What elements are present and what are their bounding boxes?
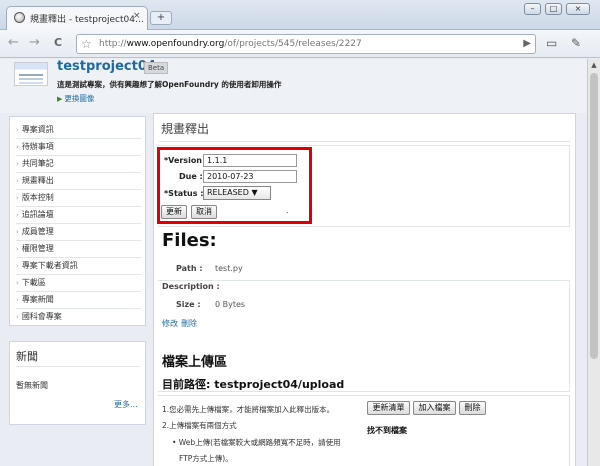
news-more-link[interactable]: 更多... (114, 399, 138, 410)
sidebar: › 專案資訊 › 待辦事項 › 共同筆記 › 規畫釋出 › 版本控制 › 追訊論壇 › 成員管… (9, 116, 146, 326)
sidebar-item-downloaders[interactable]: › 專案下載者資訊 (16, 258, 141, 275)
back-icon[interactable]: ← (8, 36, 19, 50)
upload-heading: 檔案上傳區 (162, 355, 228, 370)
status-label: *Status : (164, 189, 204, 198)
project-logo (14, 62, 48, 86)
new-tab-button[interactable]: + (150, 11, 172, 25)
news-title: 新聞 (16, 350, 38, 363)
project-header: testproject04 Beta 這是測試專案，供有興趣想了解OpenFou… (0, 59, 600, 113)
sidebar-item-project-info[interactable]: › 專案資訊 (16, 122, 141, 139)
vertical-scrollbar[interactable]: ▲ (587, 59, 600, 466)
path-label: Path : (176, 264, 203, 273)
web-upload-text: • Web上傳(若檔案較大或網路頻寬不足時，請使用 (172, 438, 341, 447)
size-label: Size : (176, 300, 201, 309)
reload-icon[interactable]: C (54, 36, 62, 50)
news-empty-text: 暫無新聞 (16, 381, 48, 390)
file-not-found-text: 找不到檔案 (367, 426, 407, 435)
page-title: 規畫釋出 (161, 122, 210, 136)
bookmark-star-icon[interactable]: ☆ (81, 37, 92, 51)
update-button[interactable]: 更新 (161, 205, 187, 219)
chevron-down-icon: ▼ (251, 188, 258, 197)
upload-step-2: 2.上傳檔案有兩個方式 (162, 421, 237, 430)
sidebar-item-notes[interactable]: › 共同筆記 (16, 156, 141, 173)
cancel-button[interactable]: 取消 (191, 205, 217, 219)
sidebar-item-news[interactable]: › 專案新聞 (16, 292, 141, 309)
edit-link[interactable]: 修改 (162, 318, 178, 329)
sidebar-item-nsc[interactable]: › 國科會專案 (16, 309, 141, 326)
scrollbar-thumb[interactable] (590, 73, 598, 359)
version-input[interactable] (203, 154, 297, 167)
beta-badge: Beta (144, 62, 169, 74)
change-image-link[interactable]: ▶ 更換圖像 (57, 93, 94, 104)
scroll-up-icon[interactable]: ▲ (588, 59, 600, 71)
description-label: Description : (162, 282, 220, 291)
dot-text: . (286, 206, 289, 215)
status-select[interactable]: RELEASED ▼ (203, 186, 271, 200)
go-icon[interactable]: ▶ (523, 38, 531, 49)
refresh-list-button[interactable]: 更新清單 (367, 401, 410, 415)
files-heading: Files: (162, 230, 217, 251)
address-bar[interactable]: ☆ http://www.openfoundry.org/of/projects… (76, 34, 536, 54)
web-upload-text-2: FTP方式上傳)。 (179, 454, 233, 463)
main-content: 規畫釋出 *Version : Due : *Status : RELEASED… (153, 113, 576, 466)
news-divider (16, 366, 140, 367)
browser-tab[interactable]: 規畫釋出 - testproject04… × (6, 6, 148, 30)
due-label: Due : (179, 172, 203, 181)
sidebar-item-releases[interactable]: › 規畫釋出 (16, 173, 141, 190)
sidebar-item-downloads[interactable]: › 下載區 (16, 275, 141, 292)
delete-link[interactable]: 刪除 (181, 318, 197, 329)
news-box: 新聞 暫無新聞 更多... (9, 341, 146, 425)
current-path-heading: 目前路徑: testproject04/upload (162, 378, 345, 391)
sidebar-item-members[interactable]: › 成員管理 (16, 224, 141, 241)
favicon-icon (14, 12, 25, 23)
sidebar-item-todo[interactable]: › 待辦事項 (16, 139, 141, 156)
add-file-button[interactable]: 加入檔案 (413, 401, 456, 415)
upload-step-1: 1.您必需先上傳檔案，才能將檔案加入此釋出版本。 (162, 405, 335, 414)
title-divider (159, 141, 570, 142)
minimize-button[interactable]: – (524, 3, 541, 15)
delete-file-button[interactable]: 刪除 (459, 401, 486, 415)
browser-toolbar: ← → C ☆ http://www.openfoundry.org/of/pr… (0, 30, 600, 58)
maximize-button[interactable]: □ (545, 3, 562, 15)
url-text: http://www.openfoundry.org/of/projects/5… (99, 39, 362, 49)
tab-close-icon[interactable]: × (133, 11, 141, 21)
sidebar-item-permissions[interactable]: › 權限管理 (16, 241, 141, 258)
size-value: 0 Bytes (215, 300, 246, 309)
due-date-input[interactable] (203, 170, 297, 183)
forward-icon[interactable]: → (29, 36, 40, 50)
project-name[interactable]: testproject04 (57, 59, 156, 74)
version-label: *Version : (164, 156, 208, 165)
sidebar-item-version-control[interactable]: › 版本控制 (16, 190, 141, 207)
tab-title: 規畫釋出 - testproject04… (30, 15, 144, 25)
path-value: test.py (215, 264, 243, 273)
project-description: 這是測試專案，供有興趣想了解OpenFoundry 的使用者卸用操作 (57, 80, 282, 89)
title-bar: 規畫釋出 - testproject04… × + – □ × (0, 0, 600, 30)
sidebar-item-forum[interactable]: › 追訊論壇 (16, 207, 141, 224)
close-window-button[interactable]: × (566, 3, 590, 15)
arrow-right-icon: ▶ (57, 95, 63, 103)
page-menu-icon[interactable]: ▭ (546, 36, 557, 50)
wrench-menu-icon[interactable]: ✎ (571, 36, 581, 50)
web-page: testproject04 Beta 這是測試專案，供有興趣想了解OpenFou… (0, 59, 600, 466)
